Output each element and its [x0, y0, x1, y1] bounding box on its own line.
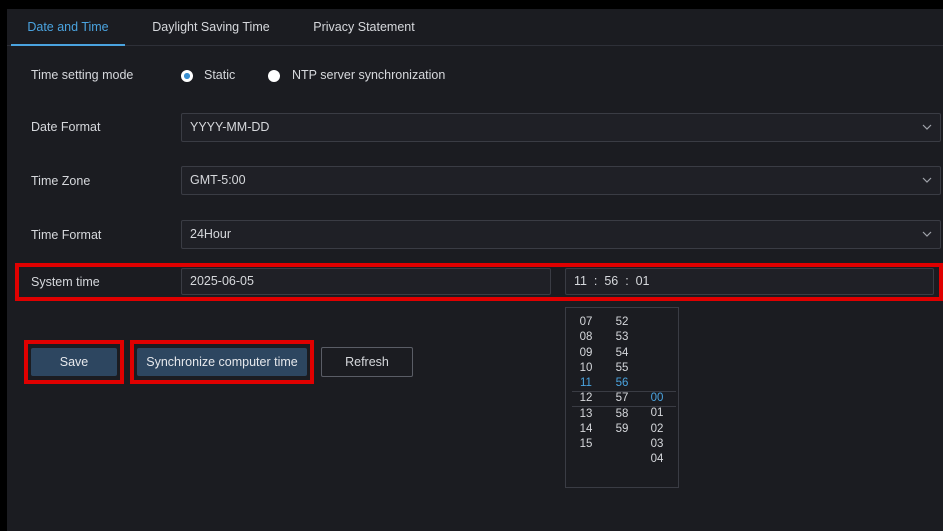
synchronize-computer-time-button[interactable]: Synchronize computer time: [137, 348, 307, 376]
second-option[interactable]: 03: [642, 437, 672, 452]
minute-option[interactable]: 55: [607, 361, 637, 376]
tab-date-and-time[interactable]: Date and Time: [11, 9, 125, 46]
time-zone-select[interactable]: GMT-5:00: [181, 166, 941, 195]
minute-option[interactable]: 58: [607, 407, 637, 422]
date-format-value: YYYY-MM-DD: [190, 120, 270, 134]
date-format-select[interactable]: YYYY-MM-DD: [181, 113, 941, 142]
minute-option[interactable]: 57: [607, 391, 637, 406]
hour-option[interactable]: 10: [571, 361, 601, 376]
time-format-value: 24Hour: [190, 227, 231, 241]
time-zone-value: GMT-5:00: [190, 173, 246, 187]
hour-option[interactable]: 09: [571, 346, 601, 361]
hour-option[interactable]: 15: [571, 437, 601, 452]
minute-option[interactable]: 59: [607, 422, 637, 437]
hour-option[interactable]: 13: [571, 407, 601, 422]
second-column[interactable]: 00 01 02 03 04: [642, 391, 672, 467]
system-time-value: 11 : 56 : 01: [574, 274, 650, 288]
chevron-down-icon: [922, 231, 932, 237]
system-time-input[interactable]: 11 : 56 : 01: [565, 268, 934, 295]
ntp-radio[interactable]: [268, 70, 280, 82]
second-option[interactable]: 02: [642, 422, 672, 437]
static-radio-label[interactable]: Static: [204, 65, 235, 85]
time-setting-mode-label: Time setting mode: [31, 68, 134, 82]
minute-column[interactable]: 52 53 54 55 56 57 58 59: [607, 315, 637, 437]
tab-bar: Date and Time Daylight Saving Time Priva…: [7, 9, 943, 46]
ntp-radio-label[interactable]: NTP server synchronization: [292, 65, 445, 85]
refresh-button[interactable]: Refresh: [321, 347, 413, 377]
static-radio[interactable]: [181, 70, 193, 82]
hour-option[interactable]: 14: [571, 422, 601, 437]
second-option[interactable]: 00: [642, 391, 672, 406]
second-option[interactable]: 04: [642, 452, 672, 467]
second-option[interactable]: 01: [642, 406, 672, 421]
date-format-label: Date Format: [31, 120, 101, 134]
time-zone-label: Time Zone: [31, 174, 91, 188]
hour-option[interactable]: 11: [571, 376, 601, 391]
minute-option[interactable]: 54: [607, 346, 637, 361]
hour-option[interactable]: 12: [571, 391, 601, 406]
system-time-label: System time: [31, 275, 100, 289]
time-format-label: Time Format: [31, 228, 102, 242]
time-picker-dropdown: 07 08 09 10 11 12 13 14 15 52 53 54 55 56 57 58 59 00 01…: [565, 307, 679, 488]
chevron-down-icon: [922, 124, 932, 130]
minute-option[interactable]: 56: [607, 376, 637, 391]
hour-column[interactable]: 07 08 09 10 11 12 13 14 15: [571, 315, 601, 453]
time-format-select[interactable]: 24Hour: [181, 220, 941, 249]
tab-privacy-statement[interactable]: Privacy Statement: [299, 9, 429, 45]
tab-daylight-saving-time[interactable]: Daylight Saving Time: [141, 9, 281, 45]
system-date-input[interactable]: 2025-06-05: [181, 268, 551, 295]
minute-option[interactable]: 52: [607, 315, 637, 330]
minute-option[interactable]: 53: [607, 330, 637, 345]
save-button[interactable]: Save: [31, 348, 117, 376]
chevron-down-icon: [922, 177, 932, 183]
hour-option[interactable]: 07: [571, 315, 601, 330]
settings-panel: Date and Time Daylight Saving Time Priva…: [7, 9, 943, 531]
system-date-value: 2025-06-05: [190, 274, 254, 288]
hour-option[interactable]: 08: [571, 330, 601, 345]
